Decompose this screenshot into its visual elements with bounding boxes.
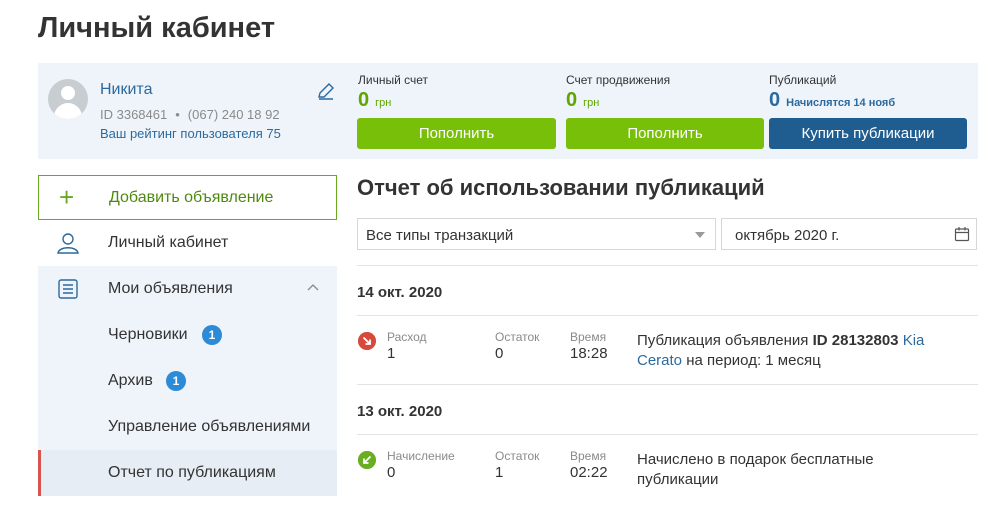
personal-account-currency: грн [375, 97, 392, 109]
day-date: 13 окт. 2020 [357, 403, 443, 420]
user-id: ID 3368461 [100, 107, 168, 122]
page-title: Личный кабинет [38, 12, 276, 44]
publications-note: Начислятся 14 нояб [786, 97, 896, 109]
promotion-account: Счет продвижения 0 грн [566, 73, 670, 112]
profile-panel: Никита ID 3368461 • (067) 240 18 92 Ваш ре… [38, 63, 978, 159]
tx-kind: Расход 1 [387, 330, 427, 362]
my-ads-group: Мои объявления Черновики 1 Архив 1 Управ… [38, 266, 337, 496]
add-listing-button[interactable]: + Добавить объявление [38, 175, 337, 220]
document-icon [58, 279, 78, 299]
user-icon [57, 233, 79, 254]
promotion-account-value: 0 [566, 89, 578, 111]
drafts-count-badge: 1 [202, 325, 222, 345]
top-up-personal-button[interactable]: Пополнить [357, 118, 556, 149]
sidebar: + Добавить объявление Личный кабинет Мои… [38, 175, 337, 496]
personal-account: Личный счет 0 грн [358, 73, 428, 112]
tx-time: Время 02:22 [570, 449, 608, 481]
personal-account-label: Личный счет [358, 73, 429, 87]
day-header: 14 окт. 2020 [357, 265, 978, 315]
tx-time-label: Время [570, 449, 607, 463]
income-arrow-icon [358, 451, 376, 469]
promotion-account-label: Счет продвижения [566, 73, 671, 87]
transaction-type-select[interactable]: Все типы транзакций [357, 218, 716, 250]
add-listing-label: Добавить объявление [109, 189, 274, 206]
tx-desc-suffix: на период: 1 месяц [682, 352, 821, 369]
avatar [48, 79, 88, 119]
report-title: Отчет об использовании публикаций [357, 175, 765, 200]
caret-down-icon [695, 232, 705, 238]
transaction-row: Начисление 0 Остаток 1 Время 02:22 Начис… [357, 434, 978, 502]
tx-kind: Начисление 0 [387, 449, 455, 481]
publications-label: Публикаций [769, 73, 837, 87]
sidebar-item-publications-report[interactable]: Отчет по публикациям [38, 450, 337, 496]
user-phone: (067) 240 18 92 [187, 107, 280, 122]
sidebar-item-my-ads-label: Мои объявления [108, 280, 233, 297]
tx-time-value: 02:22 [570, 464, 608, 481]
sidebar-item-manage-ads[interactable]: Управление объявлениями [38, 404, 337, 450]
sidebar-item-cabinet-label: Личный кабинет [108, 234, 229, 251]
day-date: 14 окт. 2020 [357, 284, 443, 301]
chevron-up-icon[interactable] [307, 282, 319, 294]
user-meta: ID 3368461 • (067) 240 18 92 [100, 107, 280, 122]
tx-time-label: Время [570, 330, 607, 344]
tx-desc-prefix: Публикация объявления [637, 332, 813, 349]
tx-balance-value: 1 [495, 464, 504, 481]
tx-balance: Остаток 0 [495, 330, 539, 362]
tx-kind-label: Начисление [387, 449, 455, 463]
tx-balance-value: 0 [495, 345, 504, 362]
tx-kind-value: 1 [387, 345, 396, 362]
report-section: Отчет об использовании публикаций Все ти… [357, 175, 978, 488]
expense-arrow-icon [358, 332, 376, 350]
meta-separator: • [175, 107, 180, 122]
tx-desc-id: ID 28132803 [812, 332, 899, 349]
sidebar-item-drafts[interactable]: Черновики 1 [38, 312, 337, 358]
tx-kind-label: Расход [387, 330, 427, 344]
buy-publications-button[interactable]: Купить публикации [769, 118, 967, 149]
sidebar-item-archive[interactable]: Архив 1 [38, 358, 337, 404]
sidebar-item-drafts-label: Черновики [108, 326, 188, 343]
day-group: 14 окт. 2020 Расход 1 Остаток 0 Время 18… [357, 265, 978, 383]
tx-time-value: 18:28 [570, 345, 608, 362]
tx-description: Публикация объявления ID 28132803 Kia Ce… [637, 331, 957, 371]
tx-time: Время 18:28 [570, 330, 608, 362]
publications-account: Публикаций 0 Начислятся 14 нояб [769, 73, 895, 112]
tx-balance-label: Остаток [495, 330, 540, 344]
period-picker[interactable]: октябрь 2020 г. [721, 218, 977, 250]
sidebar-item-archive-label: Архив [108, 372, 153, 389]
top-up-promotion-button[interactable]: Пополнить [566, 118, 764, 149]
archive-count-badge: 1 [166, 371, 186, 391]
filter-row: Все типы транзакций октябрь 2020 г. [357, 218, 978, 250]
promotion-account-currency: грн [583, 97, 600, 109]
sidebar-item-cabinet[interactable]: Личный кабинет [38, 220, 337, 266]
user-name[interactable]: Никита [100, 81, 152, 99]
calendar-icon[interactable] [954, 226, 970, 242]
pencil-icon[interactable] [316, 81, 336, 101]
plus-icon: + [59, 182, 75, 212]
sidebar-item-my-ads[interactable]: Мои объявления [38, 266, 337, 312]
tx-kind-value: 0 [387, 464, 396, 481]
tx-description: Начислено в подарок бесплатные публикаци… [637, 451, 874, 488]
day-header: 13 окт. 2020 [357, 384, 978, 434]
user-rating[interactable]: Ваш рейтинг пользователя 75 [100, 126, 281, 141]
personal-account-value: 0 [358, 89, 370, 111]
sidebar-item-publications-report-label: Отчет по публикациям [108, 464, 276, 481]
tx-balance-label: Остаток [495, 449, 540, 463]
transaction-type-value: Все типы транзакций [366, 227, 514, 244]
publications-value: 0 [769, 89, 781, 111]
period-value: октябрь 2020 г. [735, 227, 840, 244]
day-group: 13 окт. 2020 Начисление 0 Остаток 1 Врем… [357, 384, 978, 502]
transaction-row: Расход 1 Остаток 0 Время 18:28 Публикаци… [357, 315, 978, 383]
tx-balance: Остаток 1 [495, 449, 539, 481]
sidebar-item-manage-ads-label: Управление объявлениями [108, 418, 311, 435]
